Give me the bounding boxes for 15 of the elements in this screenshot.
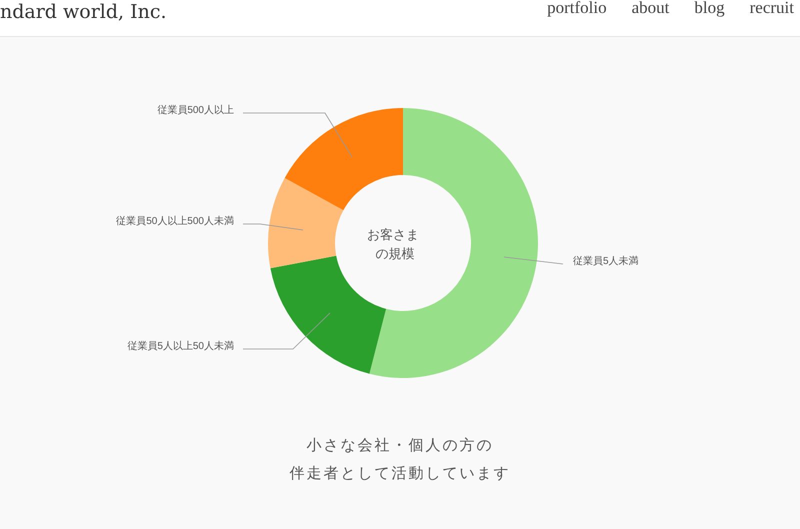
site-logo[interactable]: ndard world, Inc. xyxy=(0,0,167,25)
center-label: の規模 xyxy=(376,246,414,261)
nav-link[interactable]: blog xyxy=(694,0,725,19)
nav-link[interactable]: about xyxy=(632,0,670,19)
caption-line: 伴走者として活動しています xyxy=(290,463,510,484)
nav-link[interactable]: recruit xyxy=(750,0,794,19)
slice-label: 従業員5人未満 xyxy=(573,256,639,267)
center-label: お客さま xyxy=(367,227,419,242)
slice-label: 従業員500人以上 xyxy=(157,105,234,116)
slice-label: 従業員50人以上500人未満 xyxy=(116,216,234,227)
leader-line xyxy=(242,224,304,230)
leader-line xyxy=(504,256,564,264)
slice-label: 従業員5人以上50人未満 xyxy=(127,341,234,352)
nav-link[interactable]: portfolio xyxy=(547,0,607,19)
caption-line: 小さな会社・個人の方の xyxy=(306,435,494,456)
